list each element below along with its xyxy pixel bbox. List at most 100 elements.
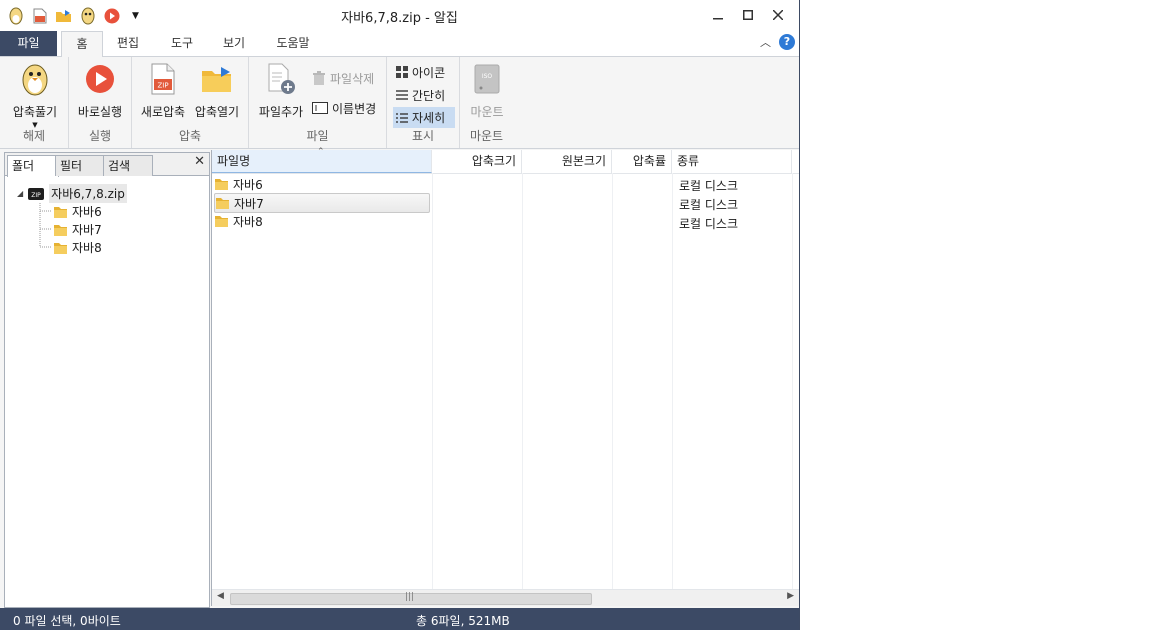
folder-icon	[54, 242, 67, 254]
expand-arrow-icon[interactable]: ◢	[17, 189, 23, 198]
view-simple-button[interactable]: 간단히	[393, 85, 448, 105]
help-icon[interactable]: ?	[779, 34, 795, 50]
tab-help[interactable]: 도움말	[266, 31, 320, 56]
column-divider	[792, 173, 793, 590]
scroll-thumb[interactable]: |||	[230, 592, 592, 605]
folder-icon	[215, 179, 228, 190]
collapse-ribbon-icon[interactable]: ︿	[760, 34, 771, 50]
sort-asc-icon: ⌃	[317, 147, 325, 157]
view-icons-label: 아이콘	[412, 65, 446, 80]
horizontal-scrollbar[interactable]: ◀ ||| ▶	[212, 589, 799, 606]
group-compress: ZIP 새로압축 압축열기 압축	[132, 57, 249, 148]
row-type: 로컬 디스크	[679, 217, 739, 231]
tab-file[interactable]: 파일	[0, 31, 57, 56]
view-icons-button[interactable]: 아이콘	[393, 62, 448, 82]
group-compress-label: 압축	[178, 129, 202, 143]
tree-zip-text: ZIP	[31, 192, 41, 199]
tree-item-label: 자바8	[72, 241, 102, 255]
group-view: 아이콘 간단히 자세히 표시	[387, 57, 460, 148]
folder-icon	[215, 216, 228, 227]
delete-file-label: 파일삭제	[330, 71, 375, 86]
extract-penguin-icon	[17, 61, 53, 97]
run-label: 바로실행	[77, 105, 123, 119]
group-extract-label: 해제	[22, 129, 46, 143]
iso-disk-icon: ISO	[469, 61, 505, 97]
extract-label: 압축풀기	[12, 105, 58, 119]
tree-root-label: 자바6,7,8.zip	[49, 184, 127, 203]
play-icon	[82, 61, 118, 97]
new-compress-label: 새로압축	[140, 105, 186, 119]
view-detail-button[interactable]: 자세히	[393, 107, 455, 128]
column-divider	[672, 173, 673, 590]
file-list: 파일명 ⌃ 압축크기 원본크기 압축률 종류 자바6 로컬 디스크 자바7 로컬…	[211, 147, 799, 606]
rename-icon	[312, 102, 328, 114]
tab-edit[interactable]: 편집	[106, 31, 150, 56]
delete-file-button[interactable]: 파일삭제	[309, 68, 377, 88]
detail-list-icon	[396, 112, 408, 123]
column-compressed-size[interactable]: 압축크기	[432, 150, 522, 173]
column-original-size[interactable]: 원본크기	[522, 150, 612, 173]
trash-icon	[313, 70, 325, 85]
tab-filter[interactable]: 필터	[55, 155, 105, 176]
grip-icon: |||	[405, 592, 415, 602]
column-type[interactable]: 종류	[672, 150, 792, 173]
table-row[interactable]: 자바8	[214, 212, 428, 230]
table-row[interactable]: 자바6	[214, 175, 428, 193]
minimize-button[interactable]	[703, 4, 733, 26]
panel-close-button[interactable]: ✕	[194, 154, 205, 169]
tree-root[interactable]: ◢ ZIP 자바6,7,8.zip	[17, 184, 127, 203]
tree-item-label: 자바6	[72, 205, 102, 219]
tree-item-java8[interactable]: 자바8	[53, 239, 102, 256]
list-header: 파일명 ⌃ 압축크기 원본크기 압축률 종류	[212, 147, 799, 174]
add-file-button[interactable]: 파일추가	[253, 61, 309, 120]
scroll-left-icon[interactable]: ◀	[217, 591, 224, 601]
new-zip-file-icon: ZIP	[145, 61, 181, 97]
scroll-right-icon[interactable]: ▶	[787, 591, 794, 601]
group-mount: ISO 마운트 마운트	[460, 57, 513, 148]
view-detail-label: 자세히	[412, 111, 446, 125]
row-name: 자바7	[234, 196, 264, 211]
tab-view[interactable]: 보기	[212, 31, 256, 56]
group-file: 파일추가 파일삭제 이름변경 파일	[249, 57, 387, 148]
tab-tools[interactable]: 도구	[160, 31, 204, 56]
ribbon-controls: ︿ ?	[760, 34, 795, 50]
group-extract: 압축풀기 ▼ 해제	[0, 57, 69, 148]
column-divider	[612, 173, 613, 590]
add-file-icon	[263, 61, 299, 97]
empty-background	[800, 0, 1152, 630]
run-button[interactable]: 바로실행	[71, 61, 129, 120]
tab-home[interactable]: 홈	[61, 31, 103, 58]
view-simple-label: 간단히	[412, 88, 446, 103]
group-run-label: 실행	[88, 129, 112, 143]
column-ratio[interactable]: 압축률	[612, 150, 672, 173]
tab-search[interactable]: 검색	[103, 155, 153, 176]
open-compress-button[interactable]: 압축열기	[190, 61, 244, 120]
window-controls	[703, 4, 793, 26]
tab-folder[interactable]: 폴더	[7, 155, 59, 177]
table-row-selected[interactable]: 자바7	[214, 193, 430, 213]
column-name[interactable]: 파일명 ⌃	[212, 147, 432, 173]
extract-button[interactable]: 압축풀기 ▼	[6, 61, 64, 129]
menu-tabs: 파일 홈 편집 도구 보기 도움말	[0, 31, 799, 58]
open-folder-icon	[199, 61, 235, 97]
panel-tabs: 폴더 필터 검색 ✕	[5, 153, 209, 177]
column-divider	[432, 173, 433, 590]
column-divider	[522, 173, 523, 590]
tree-item-java6[interactable]: 자바6	[53, 203, 102, 220]
close-button[interactable]	[763, 4, 793, 26]
rename-button[interactable]: 이름변경	[309, 98, 379, 118]
rename-label: 이름변경	[332, 101, 377, 116]
window-title: 자바6,7,8.zip - 알집	[341, 11, 458, 26]
status-selection: 0 파일 선택, 0바이트	[13, 614, 121, 628]
new-compress-button[interactable]: ZIP 새로압축	[136, 61, 190, 120]
tree-item-java7[interactable]: 자바7	[53, 221, 102, 238]
app-window: ▼ 자바6,7,8.zip - 알집 파일 홈 편집 도구 보기 도움말 ︿ ?…	[0, 0, 799, 630]
status-bar: 0 파일 선택, 0바이트 총 6파일, 521MB	[0, 608, 799, 630]
zip-archive-icon: ZIP	[28, 187, 45, 200]
group-mount-label: 마운트	[469, 129, 504, 143]
mount-button[interactable]: ISO 마운트	[462, 61, 512, 120]
open-compress-label: 압축열기	[194, 105, 240, 119]
maximize-button[interactable]	[733, 4, 763, 26]
ribbon: 압축풀기 ▼ 해제 바로실행 실행 ZIP 새로압축 압축열기 압축 파일추가 …	[0, 57, 799, 149]
folder-icon	[54, 206, 67, 218]
